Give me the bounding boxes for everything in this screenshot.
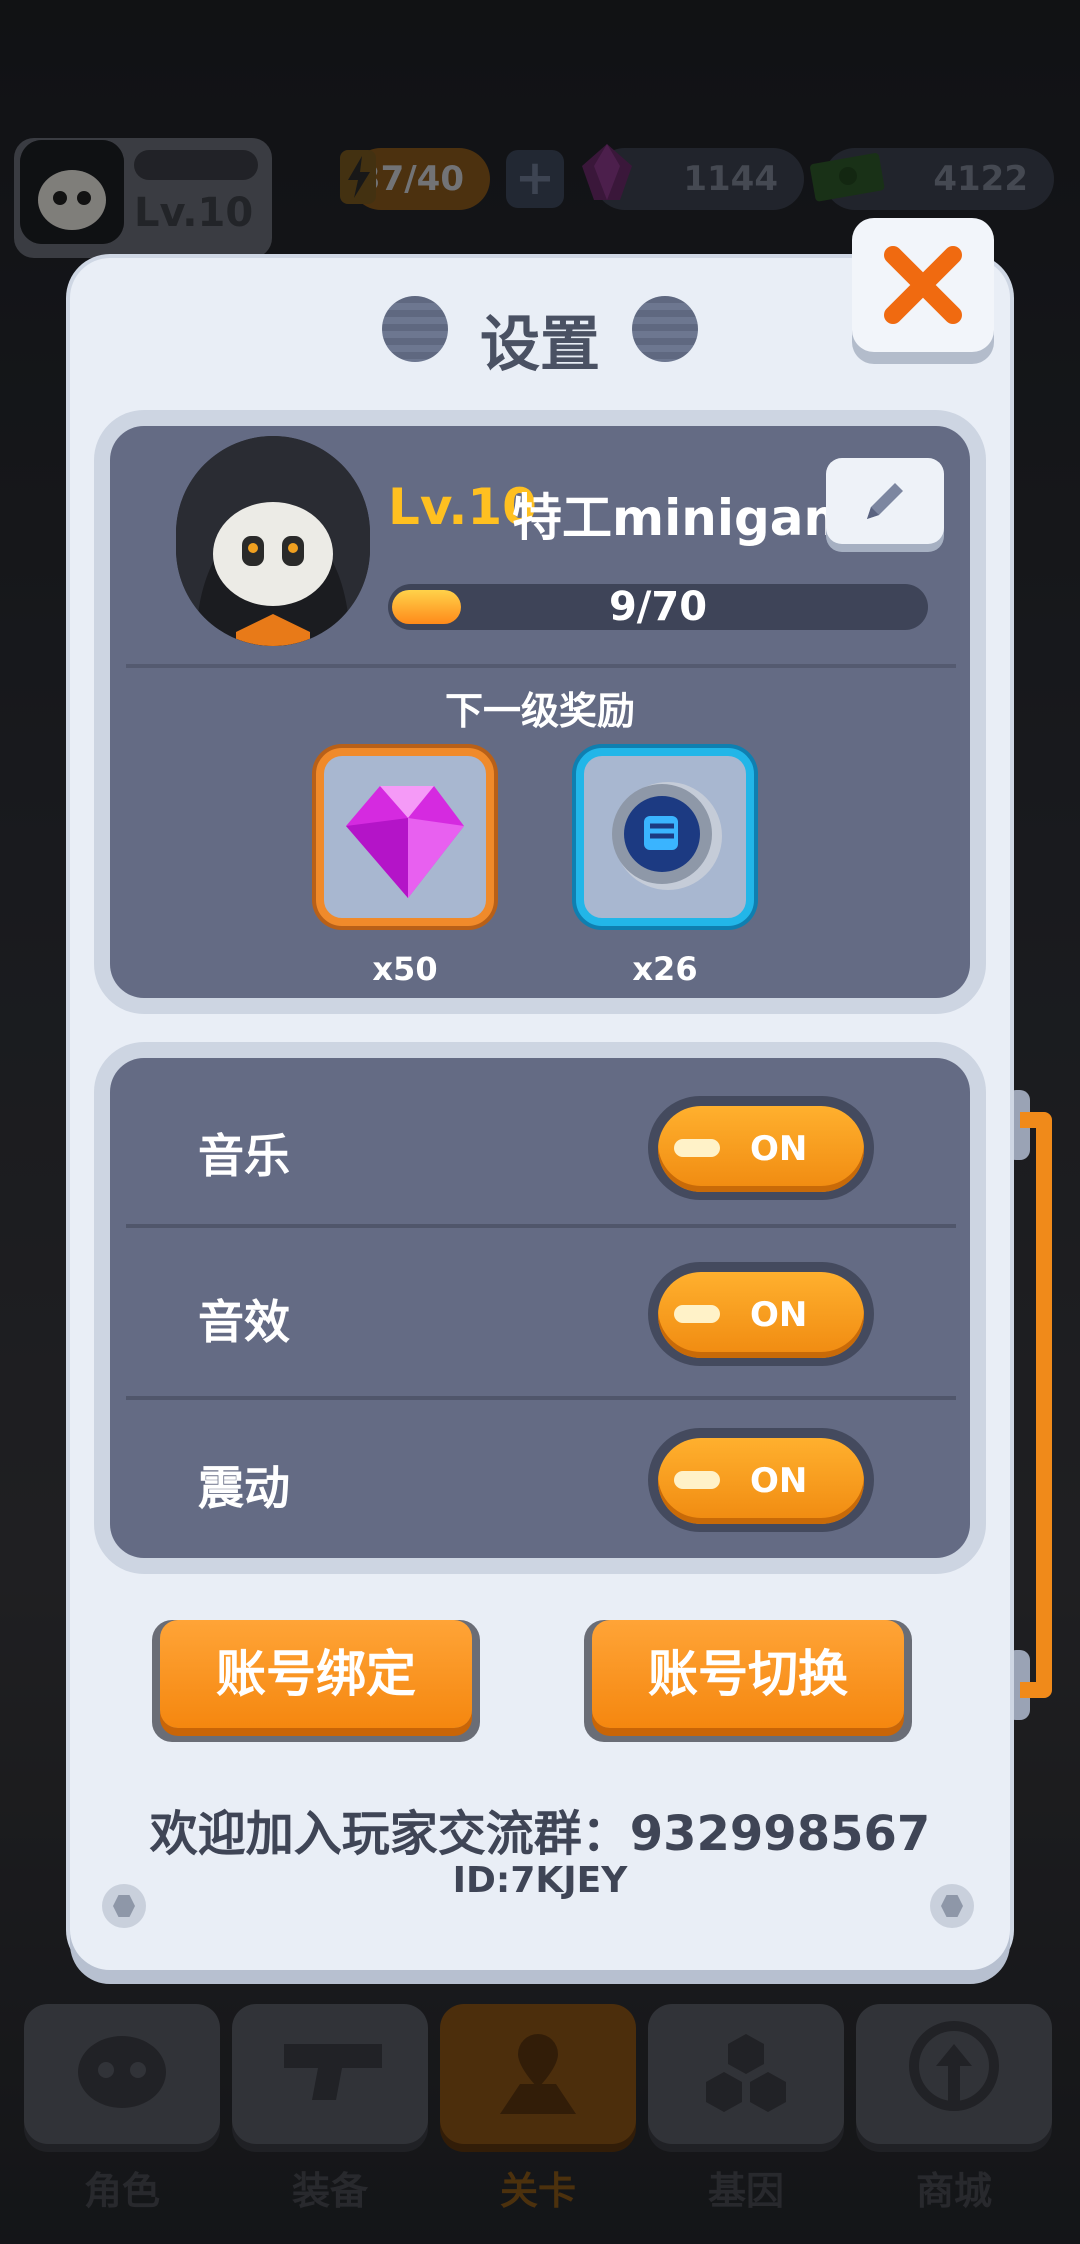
bind-account-button[interactable]: 账号绑定 [152,1620,480,1742]
reward-gem-slot[interactable] [316,748,494,926]
switch-account-label: 账号切换 [592,1620,904,1728]
edit-name-button[interactable] [826,458,944,544]
fist-token-icon [612,782,722,890]
sfx-label: 音效 [198,1295,290,1349]
panel-bolt-right [930,1884,974,1928]
title-right-rivet [632,296,698,362]
reward-token-slot[interactable] [576,748,754,926]
toggle-knob [674,1471,720,1489]
profile-divider [126,664,956,668]
reward-gem-qty: x50 [372,950,438,988]
close-icon [884,246,962,324]
vibration-toggle-state: ON [750,1461,808,1501]
side-handle-decoration [1006,1090,1052,1720]
reward-token-qty: x26 [632,950,698,988]
community-group-text: 欢迎加入玩家交流群：932998567 [149,1806,931,1862]
switch-account-button[interactable]: 账号切换 [584,1620,912,1742]
toggle-knob [674,1305,720,1323]
music-label: 音乐 [198,1129,290,1183]
music-toggle-state: ON [750,1129,808,1169]
sfx-toggle[interactable]: ON [658,1272,864,1358]
bind-account-label: 账号绑定 [160,1620,472,1728]
dialog-title: 设置 [480,310,600,380]
xp-progress-text: 9/70 [608,584,708,630]
pencil-icon [867,483,903,519]
music-toggle[interactable]: ON [658,1106,864,1192]
settings-divider [126,1224,956,1228]
title-left-rivet [382,296,448,362]
vibration-toggle[interactable]: ON [658,1438,864,1524]
sfx-toggle-state: ON [750,1295,808,1335]
settings-divider [126,1396,956,1400]
next-reward-title: 下一级奖励 [444,689,635,733]
skull-agent-avatar-icon [176,436,370,646]
gem-icon [346,786,464,898]
close-button[interactable] [852,218,994,352]
player-id-text: ID:7KJEY [452,1860,628,1901]
player-avatar[interactable] [176,436,370,646]
vibration-label: 震动 [198,1461,290,1515]
toggle-knob [674,1139,720,1157]
panel-bolt-left [102,1884,146,1928]
